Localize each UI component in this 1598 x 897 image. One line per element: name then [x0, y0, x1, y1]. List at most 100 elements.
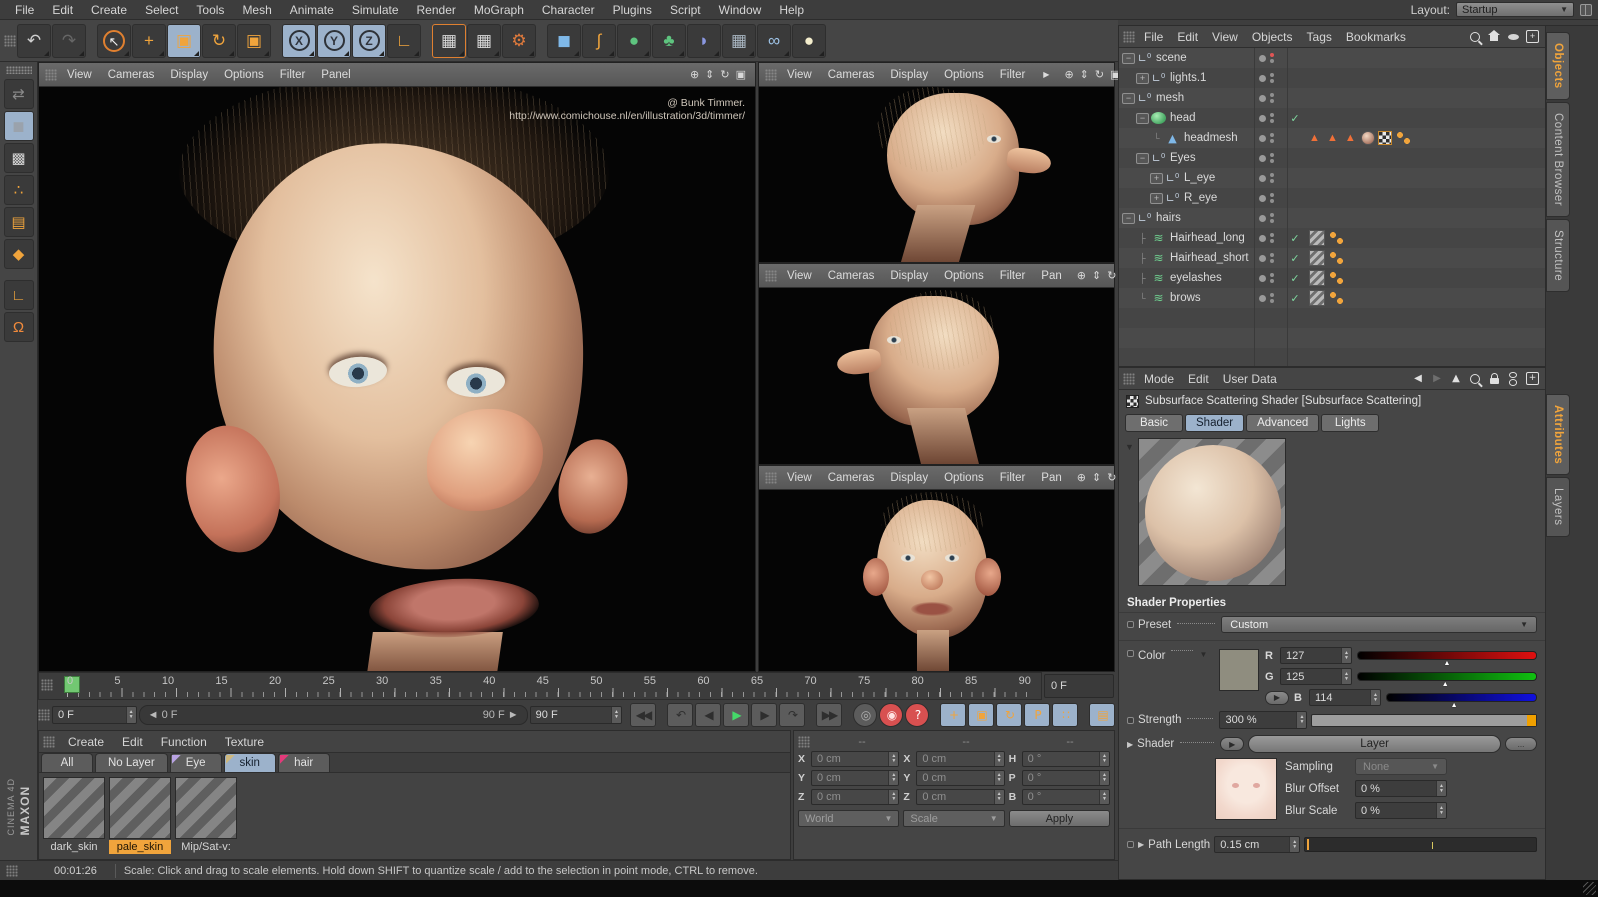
menubar-item[interactable]: Window: [710, 1, 771, 19]
viewport-menu-item[interactable]: View: [779, 268, 820, 284]
tree-row[interactable]: Hairhead_short: [1119, 248, 1545, 268]
object-manager-menu-item[interactable]: File: [1137, 28, 1170, 46]
sampling-dropdown[interactable]: None ▼: [1355, 758, 1447, 775]
path-length-field[interactable]: 0.15 cm: [1214, 836, 1301, 853]
add-generator-button[interactable]: ●: [617, 23, 651, 58]
position-x-field[interactable]: 0 cm: [811, 751, 900, 767]
attribute-grip[interactable]: [1123, 372, 1135, 385]
spinner[interactable]: [1098, 790, 1109, 804]
viewport-menu-item[interactable]: Display: [882, 67, 936, 83]
rotation-h-field[interactable]: 0 °: [1021, 751, 1110, 767]
object-name[interactable]: headmesh: [1184, 132, 1238, 144]
b-value-field[interactable]: 114: [1309, 689, 1381, 706]
strength-field[interactable]: 300 %: [1219, 711, 1308, 729]
panel-tab[interactable]: Layers: [1546, 477, 1570, 537]
menubar-item[interactable]: MoGraph: [465, 1, 533, 19]
material-menu-item[interactable]: Function: [152, 733, 216, 751]
viewport-menu-item[interactable]: Display: [882, 268, 936, 284]
menubar-item[interactable]: Create: [82, 1, 136, 19]
object-manager-grip[interactable]: [1123, 30, 1135, 43]
scale-z-field[interactable]: 0 cm: [916, 789, 1005, 805]
viewport-menu-item[interactable]: Display: [882, 470, 936, 486]
object-name[interactable]: eyelashes: [1170, 272, 1222, 284]
material-name[interactable]: Mip/Sat-v:: [175, 840, 237, 854]
add-panel-icon[interactable]: [1526, 30, 1539, 44]
object-tags[interactable]: [1303, 270, 1346, 286]
object-name[interactable]: Hairhead_short: [1170, 252, 1249, 264]
visibility-dots-icon[interactable]: [1270, 53, 1274, 63]
zoom-view-icon[interactable]: ⇕: [1077, 68, 1092, 81]
menubar-item[interactable]: Tools: [187, 1, 233, 19]
spinner[interactable]: [1296, 712, 1307, 728]
object-manager-menu-item[interactable]: View: [1205, 28, 1245, 46]
add-cube-button[interactable]: ◼: [547, 23, 581, 58]
uvw-tag-icon[interactable]: [1377, 131, 1392, 145]
viewport-menu-item[interactable]: Pan: [1033, 470, 1069, 486]
question-button[interactable]: ?: [905, 703, 929, 727]
attribute-menu-item[interactable]: Edit: [1181, 370, 1216, 388]
scale-button[interactable]: ▣: [167, 23, 201, 58]
material-layer-tab[interactable]: No Layer: [95, 753, 168, 772]
collapse-arrow-icon[interactable]: ▼: [1125, 442, 1134, 586]
object-name[interactable]: Eyes: [1170, 152, 1196, 164]
pan-view-icon[interactable]: ⊕: [1074, 471, 1089, 484]
viewport-menu-item[interactable]: Cameras: [100, 67, 163, 83]
axis-mode-button[interactable]: ∟: [3, 280, 34, 310]
animation-dot-icon[interactable]: [1127, 841, 1134, 848]
object-name[interactable]: mesh: [1156, 92, 1184, 104]
shader-preview[interactable]: [1137, 438, 1286, 586]
coordinate-system-button[interactable]: ∟: [387, 23, 421, 58]
tree-row[interactable]: Hairhead_long: [1119, 228, 1545, 248]
layer-dot-icon[interactable]: [1259, 234, 1266, 242]
enabled-check-icon[interactable]: [1287, 272, 1303, 285]
tree-row[interactable]: scene: [1119, 48, 1545, 68]
menubar-item[interactable]: Script: [661, 1, 710, 19]
layer-texture-thumbnail[interactable]: [1215, 758, 1277, 820]
prev-key-button[interactable]: ↶: [667, 703, 693, 727]
menubar-item[interactable]: Plugins: [604, 1, 661, 19]
rotate-button[interactable]: ↻: [202, 23, 236, 58]
add-light-button[interactable]: ●: [792, 23, 826, 58]
undo-button[interactable]: ↶: [17, 23, 51, 58]
lock-y-button[interactable]: Y: [317, 23, 351, 58]
up-icon[interactable]: ▲: [1450, 372, 1462, 386]
spinner[interactable]: [888, 752, 899, 766]
layer-dot-icon[interactable]: [1259, 274, 1266, 282]
viewport-menu-item[interactable]: View: [59, 67, 100, 83]
visibility-dots-icon[interactable]: [1270, 133, 1274, 143]
menubar-item[interactable]: Select: [136, 1, 187, 19]
spinner[interactable]: [1289, 837, 1300, 852]
disclosure-arrow-icon[interactable]: ▶: [1127, 740, 1133, 749]
object-tags[interactable]: [1303, 250, 1346, 266]
visibility-dots-icon[interactable]: [1270, 253, 1274, 263]
layer-dot-icon[interactable]: [1259, 174, 1266, 182]
menubar-item[interactable]: File: [6, 1, 43, 19]
disclosure-arrow-icon[interactable]: ▶: [1138, 840, 1144, 849]
object-manager-menu-item[interactable]: Objects: [1245, 28, 1300, 46]
blur-offset-field[interactable]: 0 %: [1355, 780, 1447, 797]
spinner[interactable]: [993, 771, 1004, 785]
material-item[interactable]: dark_skin: [43, 777, 105, 854]
material-preview-sphere[interactable]: [43, 777, 105, 839]
maximize-view-icon[interactable]: ▣: [733, 68, 749, 81]
tree-expander-icon[interactable]: [1150, 192, 1163, 204]
search-icon[interactable]: [1469, 372, 1481, 386]
key-scale-button[interactable]: ▣: [968, 703, 994, 727]
scale-y-field[interactable]: 0 cm: [916, 770, 1005, 786]
material-item[interactable]: Mip/Sat-v:: [175, 777, 237, 854]
zoom-view-icon[interactable]: ⇕: [1089, 269, 1104, 282]
key-pla-button[interactable]: ∷: [1052, 703, 1078, 727]
viewport-menu-item[interactable]: Cameras: [820, 470, 883, 486]
slider-marker-icon[interactable]: ▲: [1451, 702, 1458, 709]
g-slider[interactable]: ▲: [1357, 672, 1537, 688]
render-picture-viewer-button[interactable]: ▦: [467, 23, 501, 58]
slider-handle[interactable]: [1527, 714, 1536, 726]
tree-row[interactable]: brows: [1119, 288, 1545, 308]
render-view-button[interactable]: ▦: [432, 23, 466, 58]
key-rotation-button[interactable]: ↻: [996, 703, 1022, 727]
live-selection-button[interactable]: ↖: [97, 23, 131, 58]
layer-dot-icon[interactable]: [1259, 54, 1266, 62]
goto-end-button[interactable]: ▶▶: [816, 703, 842, 727]
menubar-item[interactable]: Animate: [281, 1, 343, 19]
visibility-dots-icon[interactable]: [1270, 153, 1274, 163]
